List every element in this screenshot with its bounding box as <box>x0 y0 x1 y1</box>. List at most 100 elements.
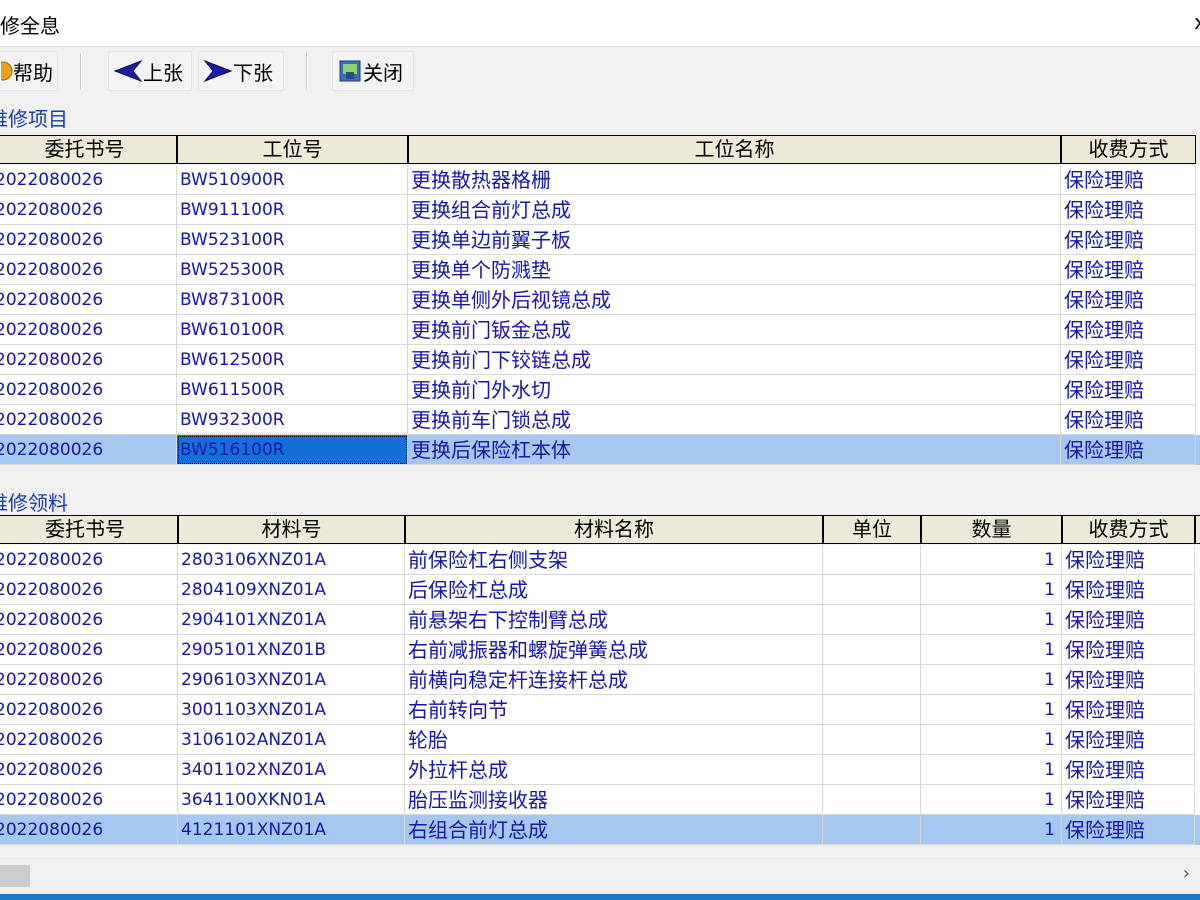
table-cell[interactable]: 保险理赔 <box>1061 345 1196 375</box>
column-header[interactable]: 数量 <box>921 515 1062 544</box>
close-button[interactable]: 关闭 <box>332 51 414 91</box>
table-cell[interactable]: 更换组合前灯总成 <box>408 195 1061 225</box>
prev-button[interactable]: 上张 <box>108 51 192 91</box>
horizontal-scrollbar[interactable]: › <box>0 858 1200 893</box>
table-cell[interactable] <box>823 725 921 755</box>
table-cell[interactable]: 1 <box>921 605 1062 635</box>
table-cell[interactable]: 3641100XKN01A <box>178 785 405 815</box>
table-cell[interactable]: 保险理赔 <box>1061 195 1196 225</box>
table-cell[interactable]: 2022080026 <box>0 755 178 785</box>
table-cell[interactable]: 更换前门钣金总成 <box>408 315 1061 345</box>
table-cell[interactable]: 右组合前灯总成 <box>405 815 823 845</box>
table-cell[interactable] <box>823 755 921 785</box>
table-cell[interactable]: 右前转向节 <box>405 695 823 725</box>
table-cell[interactable]: 2022080026 <box>0 255 177 285</box>
table-cell[interactable]: 2022080026 <box>0 315 177 345</box>
table-cell[interactable]: 1 <box>921 755 1062 785</box>
table-cell[interactable]: 更换前门下铰链总成 <box>408 345 1061 375</box>
table-cell[interactable]: 1 <box>921 695 1062 725</box>
table-cell[interactable]: 保险理赔 <box>1062 695 1195 725</box>
table-cell[interactable]: 2022080026 <box>0 785 178 815</box>
help-button[interactable]: 帮助 <box>0 51 58 91</box>
column-header[interactable]: 材料名称 <box>405 515 823 544</box>
table-cell[interactable]: 2022080026 <box>0 815 178 845</box>
table-cell[interactable]: BW510900R <box>177 165 408 195</box>
table-cell[interactable]: 保险理赔 <box>1061 285 1196 315</box>
table-cell[interactable]: 保险理赔 <box>1062 755 1195 785</box>
table-cell[interactable]: 前保险杠右侧支架 <box>405 545 823 575</box>
table-cell[interactable]: 前横向稳定杆连接杆总成 <box>405 665 823 695</box>
table-cell[interactable]: BW612500R <box>177 345 408 375</box>
table-cell[interactable]: 2022080026 <box>0 195 177 225</box>
table-cell[interactable]: BW525300R <box>177 255 408 285</box>
table-cell[interactable]: 保险理赔 <box>1061 225 1196 255</box>
table-cell[interactable]: 保险理赔 <box>1061 255 1196 285</box>
table-cell[interactable]: 更换单个防溅垫 <box>408 255 1061 285</box>
column-header[interactable]: 单位 <box>823 515 921 544</box>
table-cell[interactable]: 3001103XNZ01A <box>178 695 405 725</box>
column-header[interactable]: 委托书号 <box>0 515 178 544</box>
table-cell[interactable]: 2022080026 <box>0 575 178 605</box>
table-cell[interactable]: 3401102XNZ01A <box>178 755 405 785</box>
table-cell[interactable]: BW610100R <box>177 315 408 345</box>
table-cell[interactable]: 外拉杆总成 <box>405 755 823 785</box>
table-cell[interactable] <box>823 815 921 845</box>
column-header[interactable]: 收费方式 <box>1062 515 1195 544</box>
table-cell[interactable]: 2022080026 <box>0 375 177 405</box>
table-cell[interactable] <box>823 695 921 725</box>
table-cell[interactable]: 前悬架右下控制臂总成 <box>405 605 823 635</box>
table-cell[interactable]: BW611500R <box>177 375 408 405</box>
table-cell[interactable]: 更换散热器格栅 <box>408 165 1061 195</box>
table-cell[interactable]: 1 <box>921 545 1062 575</box>
table-cell[interactable]: 保险理赔 <box>1062 575 1195 605</box>
table-cell[interactable]: 更换前门外水切 <box>408 375 1061 405</box>
column-header[interactable]: 委托书号 <box>0 135 177 164</box>
table-cell[interactable]: BW911100R <box>177 195 408 225</box>
table-cell[interactable]: 更换后保险杠本体 <box>408 435 1061 465</box>
next-button[interactable]: 下张 <box>198 51 284 91</box>
table-cell[interactable]: 2905101XNZ01B <box>178 635 405 665</box>
table-cell[interactable]: 1 <box>921 815 1062 845</box>
table-cell[interactable]: 更换前车门锁总成 <box>408 405 1061 435</box>
table-cell[interactable]: 2022080026 <box>0 635 178 665</box>
table-cell[interactable] <box>823 635 921 665</box>
table-cell[interactable]: 2022080026 <box>0 405 177 435</box>
table-cell[interactable]: 保险理赔 <box>1061 435 1196 465</box>
table-cell[interactable]: 1 <box>921 575 1062 605</box>
window-close-button[interactable]: x <box>1194 10 1200 34</box>
table-cell[interactable]: 2022080026 <box>0 435 177 465</box>
table-cell[interactable] <box>823 545 921 575</box>
table-cell[interactable]: BW523100R <box>177 225 408 255</box>
table-cell[interactable]: 1 <box>921 785 1062 815</box>
table-cell[interactable]: 1 <box>921 665 1062 695</box>
table-cell[interactable]: BW932300R <box>177 405 408 435</box>
table-cell[interactable]: 保险理赔 <box>1062 815 1195 845</box>
table-cell[interactable]: 更换单边前翼子板 <box>408 225 1061 255</box>
table-cell[interactable]: 1 <box>921 635 1062 665</box>
table-cell[interactable]: 后保险杠总成 <box>405 575 823 605</box>
table-cell[interactable]: 更换单侧外后视镜总成 <box>408 285 1061 315</box>
table-cell[interactable]: 2022080026 <box>0 225 177 255</box>
table-cell[interactable]: 2022080026 <box>0 345 177 375</box>
table-cell[interactable]: 2022080026 <box>0 665 178 695</box>
table-cell[interactable]: 2022080026 <box>0 165 177 195</box>
table-cell[interactable]: 2022080026 <box>0 725 178 755</box>
table-cell[interactable]: 2022080026 <box>0 285 177 315</box>
table-cell[interactable]: 1 <box>921 725 1062 755</box>
column-header[interactable]: 收费方式 <box>1061 135 1196 164</box>
table-cell[interactable] <box>823 575 921 605</box>
table-cell[interactable]: 2022080026 <box>0 605 178 635</box>
table-cell[interactable] <box>823 785 921 815</box>
table-cell[interactable]: 2022080026 <box>0 545 178 575</box>
table-cell[interactable]: 保险理赔 <box>1061 165 1196 195</box>
table-cell[interactable]: BW516100R <box>177 435 408 465</box>
table-cell[interactable]: 2022080026 <box>0 695 178 725</box>
column-header[interactable]: 工位号 <box>177 135 408 164</box>
table-cell[interactable]: 保险理赔 <box>1062 725 1195 755</box>
table-cell[interactable]: 2803106XNZ01A <box>178 545 405 575</box>
table-cell[interactable]: 保险理赔 <box>1061 405 1196 435</box>
table-cell[interactable]: 右前减振器和螺旋弹簧总成 <box>405 635 823 665</box>
column-header[interactable]: 工位名称 <box>408 135 1061 164</box>
table-cell[interactable]: BW873100R <box>177 285 408 315</box>
column-header[interactable]: 材料号 <box>178 515 405 544</box>
